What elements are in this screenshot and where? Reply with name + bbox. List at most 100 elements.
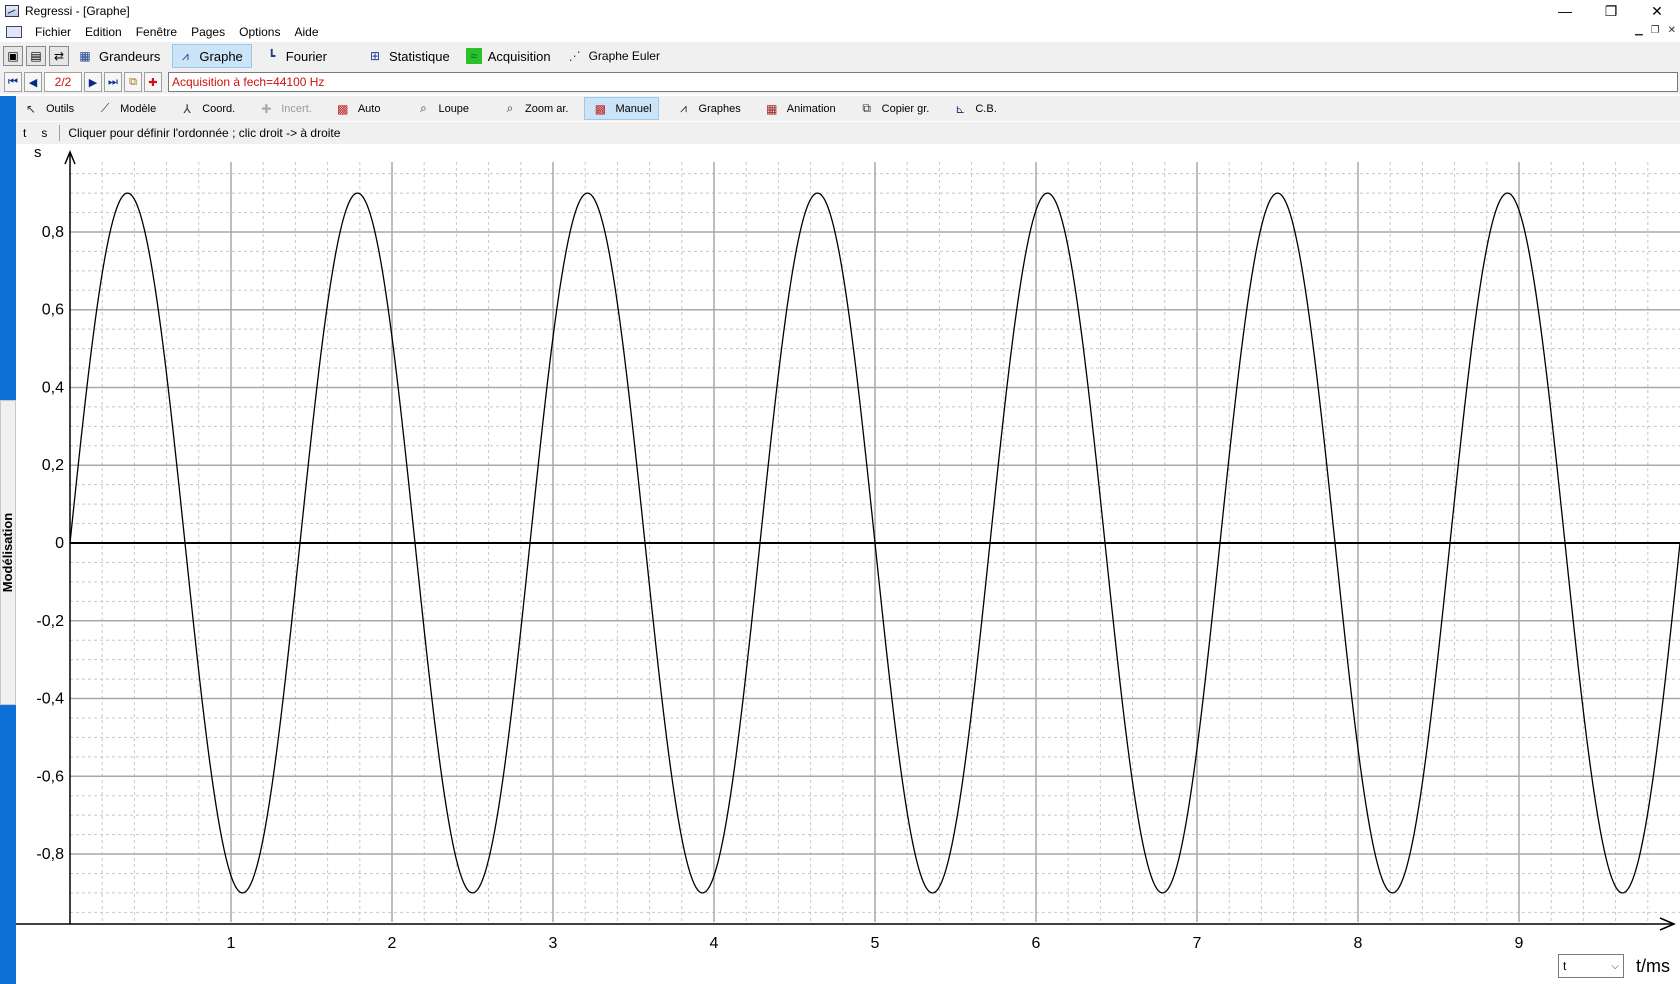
x-tick-label: 7 [1193, 935, 1202, 952]
menu-fenetre[interactable]: Fenêtre [129, 25, 184, 39]
close-button[interactable]: ✕ [1634, 0, 1680, 22]
open-button[interactable]: ▤ [26, 46, 46, 66]
document-icon[interactable] [6, 26, 22, 38]
tab-statistique[interactable]: ⊞ Statistique [363, 44, 458, 68]
y-tick-label: 0 [55, 535, 64, 552]
x-tick-label: 9 [1515, 935, 1524, 952]
variable-t[interactable]: t [23, 126, 26, 140]
y-tick-label: 0,4 [42, 379, 64, 396]
mdi-close-icon[interactable]: ✕ [1668, 25, 1676, 36]
copy-page-button[interactable]: ⧉ [124, 72, 142, 92]
previous-page-button[interactable]: ◀ [24, 72, 42, 92]
tool-auto[interactable]: ▩ Auto [328, 97, 387, 120]
x-axis-unit-label: t/ms [1636, 956, 1670, 976]
x-tick-label: 4 [710, 935, 719, 952]
tool-modele[interactable]: ⟋ Modèle [90, 97, 162, 120]
tool-copier-gr[interactable]: ⧉ Copier gr. [852, 97, 936, 120]
x-tick-label: 1 [227, 935, 236, 952]
manual-scale-icon: ▩ [594, 101, 607, 116]
tab-grandeurs[interactable]: ▦ Grandeurs [73, 44, 168, 68]
model-icon: ⟋ [100, 101, 110, 115]
copy-graph-icon: ⧉ [862, 101, 871, 115]
tool-zoom-ar[interactable]: ⌕ Zoom ar. [495, 97, 574, 120]
menu-pages[interactable]: Pages [184, 25, 232, 39]
x-tick-label: 8 [1354, 935, 1363, 952]
tab-fourier[interactable]: ┗ Fourier [260, 44, 335, 68]
auto-scale-icon: ▩ [337, 101, 349, 116]
tool-graphes[interactable]: ⩘ Graphes [669, 97, 747, 120]
menu-edition[interactable]: Edition [78, 25, 129, 39]
status-hint: Cliquer pour définir l'ordonnée ; clic d… [68, 126, 341, 140]
folder-icon: ▤ [30, 49, 42, 63]
pointer-icon: ↖ [25, 101, 37, 116]
y-tick-label: -0,2 [36, 613, 64, 630]
graph-tools-toolbar: ↖ Outils ⟋ Modèle ⅄ Coord. ✚ Incert. ▩ Auto ⌕… [16, 96, 1680, 121]
tool-cb[interactable]: ⊾ C.B. [945, 97, 1002, 120]
next-page-icon: ▶ [88, 76, 98, 89]
modelisation-label: Modélisation [0, 512, 16, 593]
add-page-button[interactable]: ✚ [144, 72, 162, 92]
app-icon [5, 5, 19, 17]
title-bar: Regressi - [Graphe] — ❐ ✕ [0, 0, 1680, 22]
last-page-button[interactable]: ⏭ [104, 72, 122, 92]
x-tick-label: 5 [871, 935, 880, 952]
menu-bar: Fichier Edition Fenêtre Pages Options Ai… [0, 22, 1680, 42]
info-bar: t s Cliquer pour définir l'ordonnée ; cl… [16, 122, 1680, 144]
copy-page-icon: ⧉ [129, 75, 137, 88]
spectrum-icon: ┗ [268, 49, 276, 63]
graph-area[interactable]: 1 2 3 4 5 6 7 8 9 0,8 0,6 0,4 0,2 0 -0,2 -0,4 -0,6 -0,8 s [16, 144, 1680, 984]
tab-graphe[interactable]: ⩘ Graphe [172, 44, 252, 68]
axes [16, 150, 1680, 931]
chevron-down-icon: ⌵ [1611, 960, 1619, 972]
floppy-icon: ▣ [7, 49, 19, 63]
page-number-field[interactable]: 2/2 [44, 72, 82, 92]
add-page-icon: ✚ [148, 76, 158, 89]
graph-canvas[interactable]: 1 2 3 4 5 6 7 8 9 0,8 0,6 0,4 0,2 0 -0,2 -0,4 -0,6 -0,8 s [16, 144, 1680, 984]
last-page-icon: ⏭ [108, 75, 118, 88]
tab-graphe-euler[interactable]: ⋰ Graphe Euler [563, 44, 668, 68]
y-tick-label: -0,4 [36, 691, 64, 708]
tool-outils[interactable]: ↖ Outils [16, 97, 80, 120]
first-page-button[interactable]: ⏮ [4, 72, 22, 92]
euler-graph-icon: ⋰ [568, 49, 581, 63]
zoom-out-icon: ⌕ [506, 101, 514, 115]
statistics-icon: ⊞ [369, 49, 381, 63]
swap-icon: ⇄ [53, 49, 65, 63]
x-tick-label: 6 [1032, 935, 1041, 952]
tool-coord[interactable]: ⅄ Coord. [172, 97, 241, 120]
view-toolbar: ▣ ▤ ⇄ ▦ Grandeurs ⩘ Graphe ┗ Fourier ⊞ Stati… [0, 42, 1680, 70]
restore-button[interactable]: ❐ [1588, 0, 1634, 22]
uncertainty-icon: ✚ [261, 101, 272, 116]
modelisation-panel-tab[interactable]: Modélisation [0, 400, 16, 705]
cb-icon: ⊾ [955, 101, 966, 116]
y-axis-label: s [34, 144, 42, 161]
mdi-minimize-icon[interactable]: ▁ [1635, 25, 1643, 36]
graphs-icon: ⩘ [680, 101, 687, 115]
y-tick-label: -0,8 [36, 846, 64, 863]
coordinates-icon: ⅄ [183, 101, 191, 116]
variable-s[interactable]: s [41, 126, 47, 140]
x-tick-label: 2 [388, 935, 397, 952]
animation-icon: ▦ [766, 101, 778, 116]
tool-animation[interactable]: ▦ Animation [757, 97, 842, 120]
tick-labels: 1 2 3 4 5 6 7 8 9 0,8 0,6 0,4 0,2 0 -0,2 -0,4 -0,6 -0,8 [36, 224, 1523, 952]
window-title: Regressi - [Graphe] [25, 4, 130, 18]
tool-loupe[interactable]: ⌕ Loupe [408, 97, 475, 120]
next-page-button[interactable]: ▶ [84, 72, 102, 92]
acquisition-comment-field[interactable]: Acquisition à fech=44100 Hz [168, 72, 1678, 92]
menu-fichier[interactable]: Fichier [28, 25, 78, 39]
tool-incert[interactable]: ✚ Incert. [251, 97, 318, 120]
tool-manuel[interactable]: ▩ Manuel [584, 97, 659, 120]
table-icon: ▦ [79, 49, 91, 63]
menu-aide[interactable]: Aide [287, 25, 325, 39]
mdi-restore-icon[interactable]: ❐ [1651, 25, 1660, 36]
save-button[interactable]: ▣ [3, 46, 23, 66]
magnifier-icon: ⌕ [420, 101, 427, 115]
refresh-button[interactable]: ⇄ [49, 46, 69, 66]
tab-acquisition[interactable]: ≈ Acquisition [462, 44, 559, 68]
x-tick-label: 3 [549, 935, 558, 952]
menu-options[interactable]: Options [232, 25, 287, 39]
y-tick-label: 0,2 [42, 457, 64, 474]
x-axis-variable-select[interactable]: t ⌵ [1558, 954, 1624, 978]
minimize-button[interactable]: — [1542, 0, 1588, 22]
